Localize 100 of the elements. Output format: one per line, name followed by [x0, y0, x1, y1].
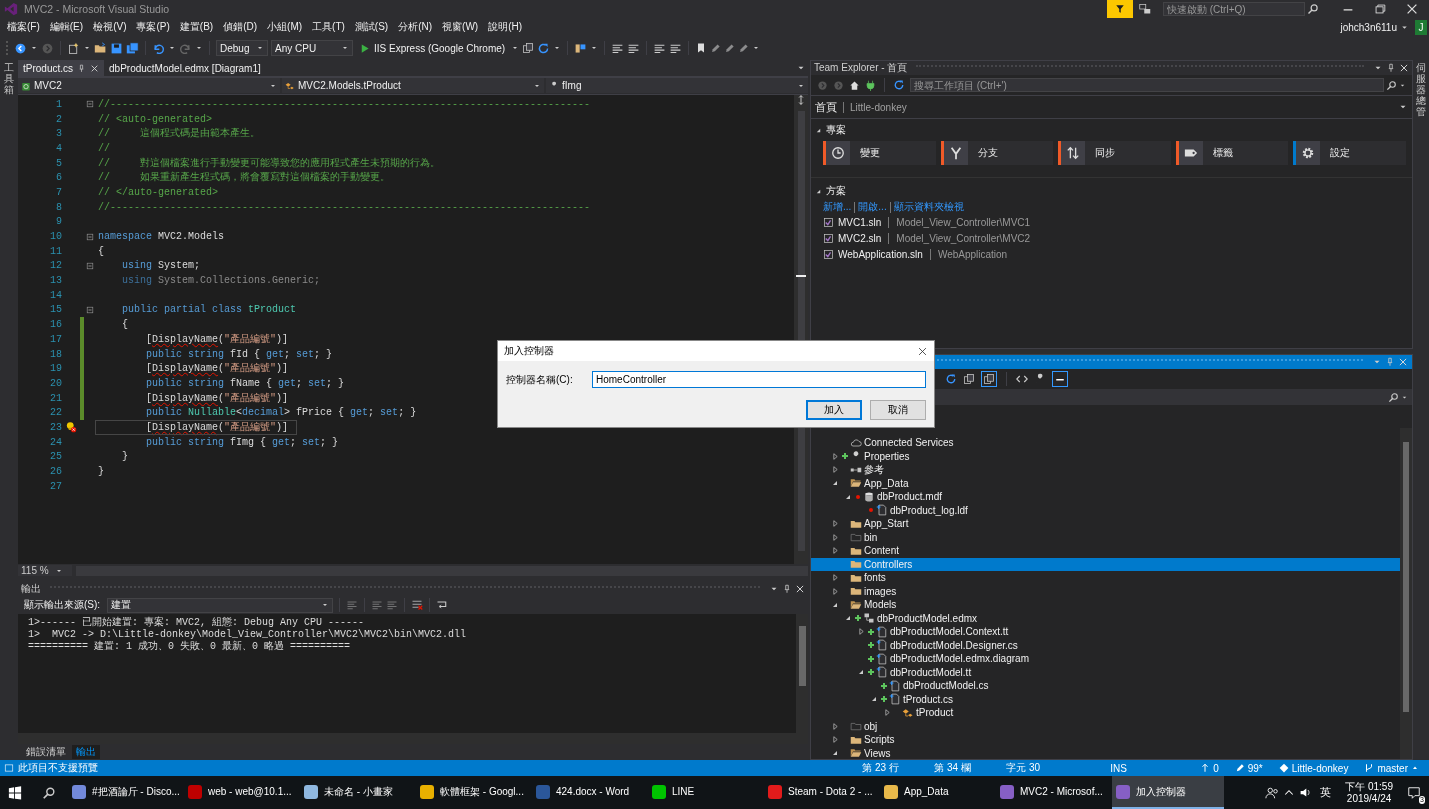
line-number: 9 [55, 216, 62, 228]
solution-link[interactable]: MVC1.sln [838, 217, 882, 228]
name-field[interactable]: HomeController [592, 371, 926, 388]
run-button[interactable]: IIS Express (Google Chrome) [356, 42, 509, 54]
changes-button[interactable]: 99* [1228, 762, 1269, 774]
zoom-dropdown[interactable]: 115 % [18, 565, 72, 576]
menu-item[interactable]: 編輯(E) [44, 20, 89, 34]
solution-path: Model_View_Controller\MVC2 [896, 233, 1031, 244]
menu-item[interactable]: 檔案(F) [2, 20, 45, 34]
tree-item[interactable]: Properties [811, 449, 1400, 463]
tree-item[interactable]: dbProduct_log.ldf [811, 503, 1400, 517]
tree-item[interactable]: dbProductModel.Designer.cs [811, 638, 1400, 652]
tree-item[interactable]: Controllers [811, 557, 1400, 571]
output-line: 1> MVC2 -> D:\Little-donkey\Model_View_Controller\MVC2\MVC2\bin\MVC2.dll [28, 629, 468, 641]
taskbar-app[interactable]: 未命名 - 小畫家 [300, 776, 412, 809]
clock-date[interactable]: 2019/4/24 [1346, 792, 1392, 805]
line-number: 24 [49, 436, 62, 448]
search-field[interactable]: 搜尋工作項目 (Ctrl+') [910, 78, 1384, 92]
tree-item[interactable]: bin [811, 530, 1400, 544]
line-number: 8 [55, 201, 62, 213]
field-label: 顯示輸出來源(S): [24, 598, 101, 612]
clock-time[interactable]: 下午 01:59 [1345, 780, 1393, 793]
navigation-dropdown[interactable]: MVC2.Models.tProduct [282, 78, 544, 93]
push-button[interactable]: 0 [1194, 762, 1225, 774]
taskbar-app[interactable]: #把酒論斤 - Disco... [68, 776, 180, 809]
line-number: 18 [49, 348, 62, 360]
platform-dropdown[interactable]: Any CPU [271, 40, 353, 56]
menu-item[interactable]: 工具(T) [307, 20, 350, 34]
file-tab[interactable]: tProduct.cs [18, 60, 105, 76]
menu-item[interactable]: 說明(H) [483, 20, 528, 34]
tree-item[interactable]: App_Data [811, 476, 1400, 490]
navigation-tile[interactable]: 分支 [940, 141, 1054, 165]
tree-item[interactable]: obj [811, 719, 1400, 733]
navigation-dropdown[interactable]: MVC2 [18, 78, 280, 93]
link[interactable]: 開啟... [858, 200, 887, 214]
taskbar-app[interactable]: 424.docx - Word [532, 776, 644, 809]
menu-item[interactable]: 小組(M) [262, 20, 308, 34]
solution-link[interactable]: WebApplication.sln [838, 249, 923, 260]
taskbar-app[interactable]: 軟體框架 - Googl... [416, 776, 528, 809]
link[interactable]: 新增... [823, 200, 852, 214]
tree-item[interactable]: dbProductModel.edmx.diagram [811, 652, 1400, 666]
taskbar-app[interactable]: App_Data [880, 776, 992, 809]
tree-item[interactable]: Connected Services [811, 436, 1400, 450]
solution-link[interactable]: MVC2.sln [838, 233, 882, 244]
repository-button[interactable]: Little-donkey [1272, 762, 1355, 774]
menu-item[interactable]: 專案(P) [131, 20, 175, 34]
menu-item[interactable]: 偵錯(D) [218, 20, 263, 34]
line-number: 23 [49, 421, 62, 433]
server-explorer-tab[interactable]: 伺服器總管 [1416, 60, 1426, 760]
menu-item[interactable]: 視窗(W) [437, 20, 484, 34]
add-button[interactable]: 加入 [806, 400, 862, 420]
tree-item[interactable]: dbProductModel.Context.tt [811, 625, 1400, 639]
tree-item[interactable]: images [811, 584, 1400, 598]
tree-item[interactable]: tProduct.cs [811, 692, 1400, 706]
panel-tab[interactable]: 輸出 [72, 744, 100, 759]
code-line: public partial class tProduct [121, 303, 297, 317]
code-line: // 這個程式碼是由範本產生。 [97, 127, 260, 141]
line-number: 20 [49, 377, 62, 389]
tree-item[interactable]: Models [811, 598, 1400, 612]
tree-item[interactable]: Scripts [811, 733, 1400, 747]
taskbar-app[interactable]: Steam - Dota 2 - ... [764, 776, 876, 809]
branch-button[interactable]: master [1358, 762, 1425, 774]
taskbar-app[interactable]: LINE [648, 776, 760, 809]
navigation-tile[interactable]: 變更 [823, 141, 936, 165]
tree-item[interactable]: 參考 [811, 463, 1400, 477]
panel-tab[interactable]: 錯誤清單 [22, 744, 70, 759]
navigation-tile[interactable]: 同步 [1058, 141, 1171, 165]
tree-item[interactable]: tProduct [811, 706, 1400, 720]
menu-item[interactable]: 檢視(V) [88, 20, 132, 34]
link[interactable]: 顯示資料夾檢視 [893, 200, 964, 214]
tree-item[interactable]: dbProductModel.edmx [811, 611, 1400, 625]
navigation-tile[interactable]: 設定 [1293, 141, 1406, 165]
tree-item[interactable]: Content [811, 544, 1400, 558]
cancel-button[interactable]: 取消 [870, 400, 926, 420]
menu-item[interactable]: 測試(S) [349, 20, 394, 34]
line-number: 2 [55, 113, 62, 125]
toolbox-tab[interactable]: 工具箱 [4, 60, 14, 760]
navigation-tile[interactable]: 標籤 [1175, 141, 1289, 165]
menu-item[interactable]: 建置(B) [174, 20, 219, 34]
file-tab[interactable]: dbProductModel.edmx [Diagram1] [104, 60, 266, 76]
section-header[interactable]: 方案 [811, 177, 1412, 200]
taskbar-app[interactable]: 加入控制器 [1112, 776, 1224, 809]
menu-item[interactable]: 分析(N) [393, 20, 438, 34]
user-name[interactable]: johch3n611u [1340, 21, 1397, 33]
tree-item[interactable]: dbProductModel.tt [811, 665, 1400, 679]
tree-item[interactable]: App_Start [811, 517, 1400, 531]
quick-launch-field[interactable]: 快速啟動 (Ctrl+Q) [1163, 2, 1305, 16]
tree-item[interactable]: Views [811, 746, 1400, 759]
output-source-dropdown[interactable]: 建置 [107, 597, 334, 613]
avatar[interactable]: J [1415, 19, 1427, 35]
tree-item[interactable]: fonts [811, 571, 1400, 585]
taskbar-app[interactable]: web - web@10.1... [184, 776, 296, 809]
section-header[interactable]: 專案 [811, 119, 1412, 139]
tree-item[interactable]: dbProductModel.cs [811, 679, 1400, 693]
input-method[interactable]: 英 [1320, 785, 1332, 800]
tree-item[interactable]: dbProduct.mdf [811, 490, 1400, 504]
taskbar-app[interactable]: MVC2 - Microsof... [996, 776, 1108, 809]
configuration-dropdown[interactable]: Debug [216, 40, 268, 56]
navigation-dropdown[interactable]: fImg [546, 78, 808, 93]
line-number: 10 [49, 231, 62, 243]
